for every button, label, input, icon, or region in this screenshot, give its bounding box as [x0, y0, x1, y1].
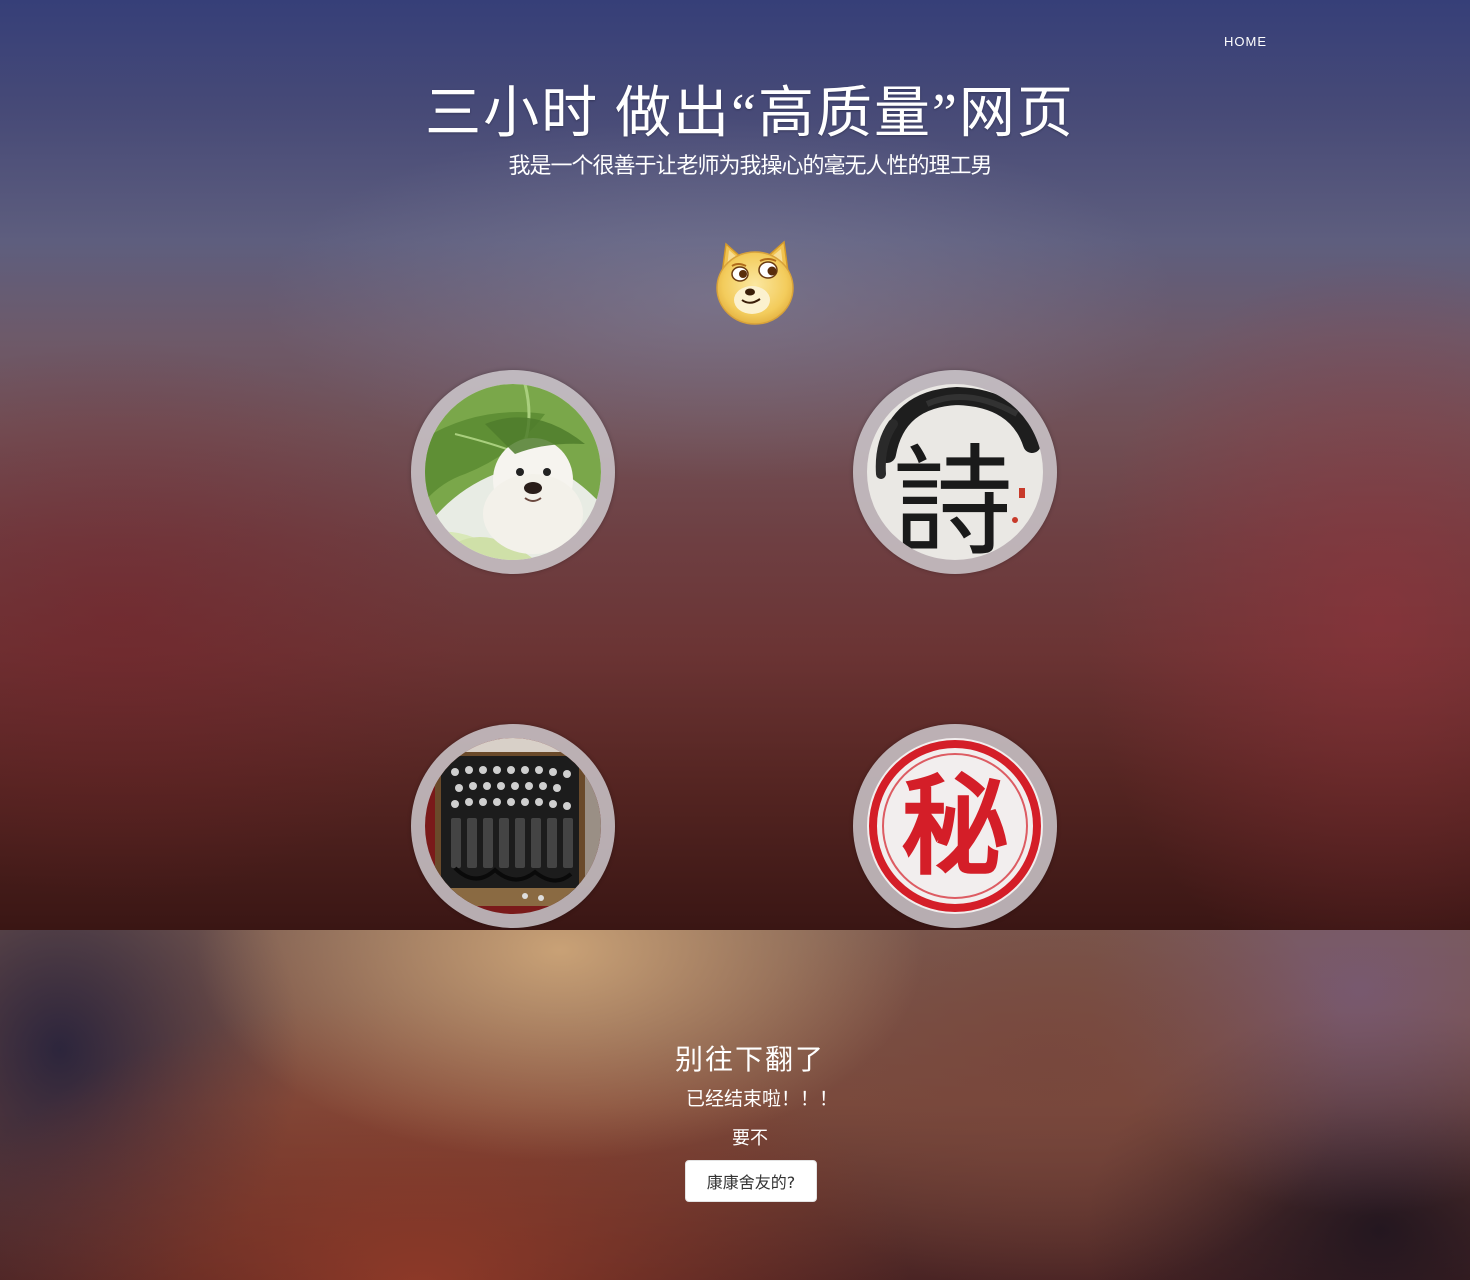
page-title: 三小时 做出“高质量”网页: [425, 83, 1075, 145]
footer-heading: 别往下翻了: [674, 1045, 825, 1076]
footer-prompt: 要不: [732, 1128, 768, 1149]
secret-stamp-image: 秘: [867, 738, 1043, 914]
page-subtitle: 我是一个很善于让老师为我操心的毫无人性的理工男: [508, 154, 992, 179]
secret-seal-glyph: 秘: [901, 764, 1009, 890]
gallery-item-poem[interactable]: 詩: [853, 370, 1057, 574]
poem-seal-glyph: 詩: [893, 434, 1013, 560]
gallery-item-enigma[interactable]: [411, 724, 615, 928]
poem-calligraphy-image: 詩: [867, 384, 1043, 560]
gallery-item-secret[interactable]: 秘: [853, 724, 1057, 928]
hero-section: HOME 三小时 做出“高质量”网页 我是一个很善于让老师为我操心的毫无人性的理…: [0, 0, 1470, 930]
nav-home-link[interactable]: HOME: [1224, 34, 1267, 49]
roommate-link-button[interactable]: 康康舍友的?: [685, 1160, 817, 1202]
gallery-item-dog[interactable]: [411, 370, 615, 574]
doge-face-icon: [714, 240, 796, 326]
dog-leaf-image: [425, 384, 601, 560]
enigma-machine-image: [425, 738, 601, 914]
footer-message: 已经结束啦！！！: [685, 1088, 838, 1110]
footer-section: 别往下翻了 已经结束啦！！！ 要不 康康舍友的?: [0, 930, 1470, 1280]
